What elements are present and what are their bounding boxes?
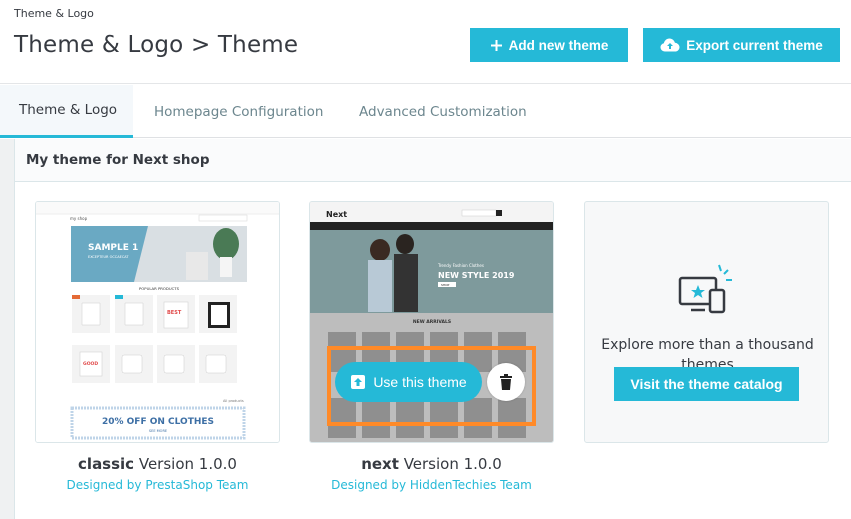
classic-theme-name-line: classic Version 1.0.0 [35, 455, 280, 473]
devices-star-icon [678, 264, 732, 314]
plus-icon [490, 39, 502, 51]
breadcrumb[interactable]: Theme & Logo [14, 7, 94, 20]
use-this-theme-label: Use this theme [373, 374, 467, 390]
catalog-explore-text: Explore more than a thousand themes [601, 337, 814, 368]
tab-homepage-configuration[interactable]: Homepage Configuration [135, 85, 342, 138]
next-theme-name-line: next Version 1.0.0 [309, 455, 554, 473]
theme-catalog-card: Explore more than a thousand themes Visi… [584, 201, 829, 443]
svg-text:GOOD: GOOD [83, 361, 98, 367]
classic-preview-banner-sub: EXCEPTEUR OCCAECAT [88, 255, 129, 259]
next-preview-hero-kicker: Trendy Fashion Clothes [437, 263, 484, 268]
upload-icon [351, 375, 366, 389]
page-title: Theme & Logo > Theme [14, 32, 299, 58]
classic-preview-banner-title: SAMPLE 1 [88, 243, 138, 253]
classic-theme-screenshot: my shop SAMPLE 1 EXCEPTEUR OCCAECAT POPU… [36, 202, 279, 442]
tab-theme-logo[interactable]: Theme & Logo [0, 85, 133, 138]
tab-advanced-customization[interactable]: Advanced Customization [340, 85, 546, 138]
next-preview-section: NEW ARRIVALS [413, 319, 451, 325]
svg-text:BEST: BEST [167, 310, 182, 316]
export-current-theme-button[interactable]: Export current theme [643, 28, 840, 62]
next-preview-hero-button: SHOP [441, 283, 450, 287]
cloud-upload-icon [660, 38, 680, 52]
classic-preview-promo: 20% OFF ON CLOTHES [102, 417, 214, 427]
classic-theme-author: Designed by PrestaShop Team [66, 478, 249, 492]
tab-bar: Theme & Logo Homepage Configuration Adva… [0, 85, 851, 138]
page-header: Theme & Logo Theme & Logo > Theme Add ne… [0, 0, 851, 84]
classic-theme-name: classic [78, 455, 135, 473]
classic-theme-preview[interactable]: my shop SAMPLE 1 EXCEPTEUR OCCAECAT POPU… [35, 201, 280, 443]
classic-theme-version: Version 1.0.0 [138, 455, 237, 473]
add-new-theme-button[interactable]: Add new theme [470, 28, 628, 62]
export-current-theme-label: Export current theme [686, 37, 823, 53]
next-theme-name: next [361, 455, 399, 473]
delete-theme-button[interactable] [487, 363, 525, 401]
next-theme-author: Designed by HiddenTechies Team [331, 478, 532, 492]
add-new-theme-label: Add new theme [508, 37, 609, 53]
use-this-theme-button[interactable]: Use this theme [335, 362, 482, 402]
classic-preview-logo: my shop [70, 216, 88, 221]
visit-theme-catalog-button[interactable]: Visit the theme catalog [614, 367, 799, 401]
trash-icon [500, 374, 512, 390]
card-header-title: My theme for Next shop [15, 139, 851, 182]
next-theme-version: Version 1.0.0 [403, 455, 502, 473]
next-preview-hero-title: NEW STYLE 2019 [438, 271, 515, 280]
next-preview-logo: Next [326, 210, 347, 219]
classic-preview-promo-sub: SEE MORE [149, 429, 167, 433]
classic-preview-section: POPULAR PRODUCTS [139, 286, 180, 291]
classic-preview-all-products: All products [223, 399, 244, 403]
